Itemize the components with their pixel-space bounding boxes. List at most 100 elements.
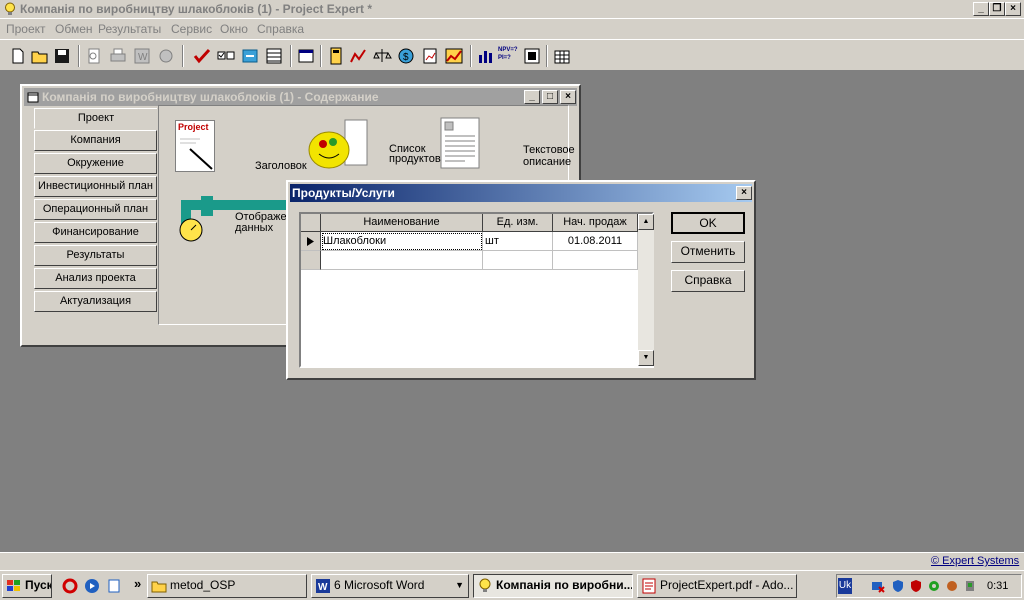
contents-window-titlebar: Компанія по виробництву шлакоблоків (1) …: [24, 88, 577, 106]
analysis-icon[interactable]: [522, 46, 542, 66]
title-page-tile[interactable]: Project: [175, 120, 215, 172]
ok-button[interactable]: OK: [671, 212, 745, 234]
word-export-icon[interactable]: W: [132, 46, 152, 66]
title-page-label: Заголовок: [255, 160, 307, 172]
row-header-corner: [301, 214, 321, 232]
antivirus-icon[interactable]: [909, 579, 923, 593]
cashflow-chart-icon[interactable]: [348, 46, 368, 66]
products-dialog: Продукты/Услуги × Наименование Ед. изм. …: [286, 180, 756, 380]
scroll-down-button[interactable]: ▼: [638, 350, 654, 366]
task-project-expert[interactable]: Компанія по виробни...: [473, 574, 633, 598]
start-button[interactable]: Пуск: [2, 574, 52, 598]
product-basket-icon[interactable]: [305, 118, 375, 178]
nav-tab-company[interactable]: Компания: [34, 130, 157, 151]
sync-icon[interactable]: [240, 46, 260, 66]
network-disabled-icon[interactable]: [871, 579, 885, 593]
nav-tab-project-analysis[interactable]: Анализ проекта: [34, 268, 157, 289]
check-icon[interactable]: [192, 46, 212, 66]
app-titlebar: Компанія по виробництву шлакоблоків (1) …: [0, 0, 1024, 19]
nav-tab-project[interactable]: Проект: [34, 108, 157, 129]
nav-tab-financing[interactable]: Финансирование: [34, 222, 157, 243]
column-header-start-date[interactable]: Нач. продаж: [553, 214, 638, 232]
window-icon[interactable]: [296, 46, 316, 66]
menu-results[interactable]: Результаты: [98, 22, 161, 36]
calculator-icon[interactable]: [326, 46, 346, 66]
tables-icon[interactable]: [552, 46, 572, 66]
row-indicator-empty[interactable]: [301, 251, 321, 270]
balance-icon[interactable]: [372, 46, 392, 66]
taskbar: Пуск » metod_OSP W 6 Microsoft Word ▼ Ко…: [0, 570, 1024, 600]
table-row-start-cell[interactable]: 01.08.2011: [553, 232, 638, 251]
menu-exchange[interactable]: Обмен: [55, 22, 93, 36]
report-chart-icon[interactable]: [420, 46, 440, 66]
opera-icon[interactable]: [62, 578, 78, 594]
language-indicator[interactable]: Uk: [838, 578, 852, 594]
table-row-empty-cell[interactable]: [483, 251, 553, 270]
minimize-button[interactable]: _: [973, 2, 989, 16]
media-player-icon[interactable]: [84, 578, 100, 594]
histogram-icon[interactable]: [476, 46, 496, 66]
column-header-name[interactable]: Наименование: [321, 214, 483, 232]
checklist-icon[interactable]: [216, 46, 236, 66]
contents-window-title: Компанія по виробництву шлакоблоків (1) …: [42, 90, 379, 104]
usb-device-icon[interactable]: [963, 579, 977, 593]
windows-logo-icon: [7, 580, 20, 591]
npv-pi-button[interactable]: NPV=? PI=?: [498, 46, 518, 66]
table-row-name-cell[interactable]: Шлакоблоки: [321, 232, 483, 251]
contents-maximize-button[interactable]: □: [542, 90, 558, 104]
close-button[interactable]: ×: [1005, 2, 1021, 16]
security-icon[interactable]: [945, 579, 959, 593]
row-indicator[interactable]: [301, 232, 321, 251]
shield-icon[interactable]: [891, 579, 905, 593]
toolbar: W $ NPV=? PI=?: [0, 39, 1024, 71]
nav-tab-environment[interactable]: Окружение: [34, 153, 157, 174]
word-icon: W: [316, 579, 330, 593]
restore-button[interactable]: ❐: [989, 2, 1005, 16]
help-button[interactable]: Справка: [671, 270, 745, 292]
notepad-icon[interactable]: [106, 578, 122, 594]
scroll-up-button[interactable]: ▲: [638, 214, 654, 230]
table-row-empty-cell[interactable]: [321, 251, 483, 270]
task-microsoft-word[interactable]: W 6 Microsoft Word ▼: [311, 574, 469, 598]
expert-systems-link[interactable]: © Expert Systems: [931, 555, 1019, 567]
window-title: Компанія по виробництву шлакоблоків (1) …: [20, 2, 373, 16]
graph-icon[interactable]: [444, 46, 464, 66]
column-header-unit[interactable]: Ед. изм.: [483, 214, 553, 232]
menu-help[interactable]: Справка: [257, 22, 304, 36]
menu-project[interactable]: Проект: [6, 22, 46, 36]
report-icon[interactable]: [156, 46, 176, 66]
svg-text:$: $: [403, 52, 409, 63]
contents-close-button[interactable]: ×: [560, 90, 576, 104]
task-metod-osp[interactable]: metod_OSP: [147, 574, 307, 598]
preview-icon[interactable]: [84, 46, 104, 66]
menu-service[interactable]: Сервис: [171, 22, 212, 36]
nav-tab-results[interactable]: Результаты: [34, 245, 157, 266]
text-description-label: Текстовое описание: [523, 144, 575, 168]
gear-icon[interactable]: [927, 579, 941, 593]
task-label: ProjectExpert.pdf - Ado...: [660, 578, 794, 592]
lightbulb-icon: [479, 578, 491, 592]
menu-window[interactable]: Окно: [220, 22, 248, 36]
svg-text:W: W: [318, 582, 328, 593]
money-icon[interactable]: $: [396, 46, 416, 66]
table-icon[interactable]: [264, 46, 284, 66]
cancel-button[interactable]: Отменить: [671, 241, 745, 263]
nav-tab-actualization[interactable]: Актуализация: [34, 291, 157, 312]
contents-minimize-button[interactable]: _: [524, 90, 540, 104]
grid-scrollbar[interactable]: ▲ ▼: [638, 214, 654, 366]
mdi-workspace: Компанія по виробництву шлакоблоків (1) …: [0, 72, 1024, 552]
nav-tab-operational-plan[interactable]: Операционный план: [34, 199, 157, 220]
folder-icon: [151, 581, 167, 593]
save-icon[interactable]: [52, 46, 72, 66]
quicklaunch-more[interactable]: »: [134, 576, 141, 591]
task-pdf-reader[interactable]: ProjectExpert.pdf - Ado...: [637, 574, 797, 598]
nav-tab-investment-plan[interactable]: Инвестиционный план: [34, 176, 157, 197]
new-file-icon[interactable]: [8, 46, 28, 66]
print-icon[interactable]: [108, 46, 128, 66]
products-grid: Наименование Ед. изм. Нач. продаж Шлакоб…: [299, 212, 654, 368]
table-row-empty-cell[interactable]: [553, 251, 638, 270]
products-dialog-close-button[interactable]: ×: [736, 186, 752, 200]
text-description-icon[interactable]: [439, 116, 483, 172]
table-row-unit-cell[interactable]: шт: [483, 232, 553, 251]
open-folder-icon[interactable]: [30, 46, 50, 66]
